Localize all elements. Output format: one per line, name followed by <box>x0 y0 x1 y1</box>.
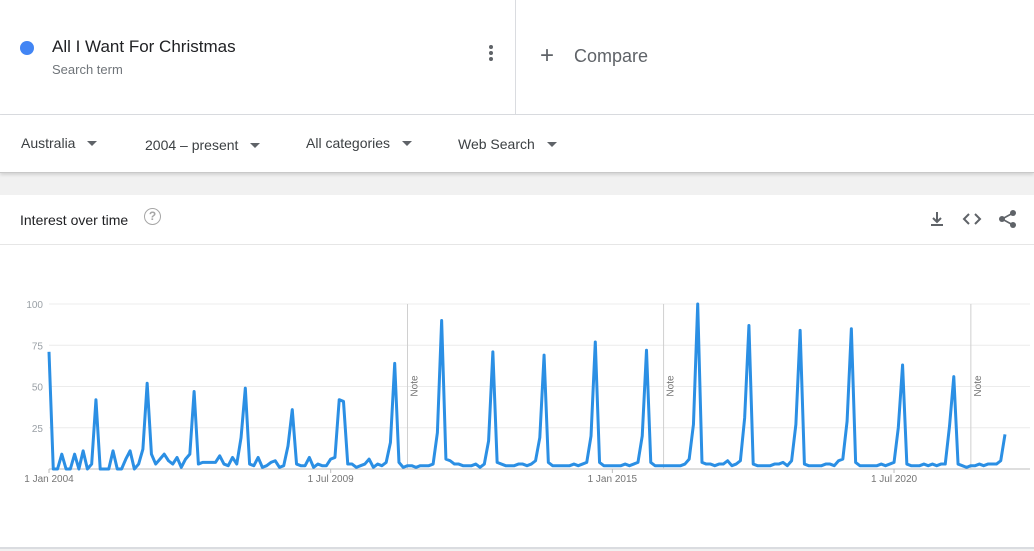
y-tick-label: 50 <box>32 383 44 394</box>
interest-line-chart: Note Note Note 100 75 50 25 1 Jan 2004 1 Jul 2… <box>24 300 1030 485</box>
x-tick-label: 1 Jul 2020 <box>871 474 918 485</box>
x-tick-label: 1 Jul 2009 <box>308 474 355 485</box>
x-tick-label: 1 Jan 2015 <box>588 474 638 485</box>
note-label[interactable]: Note <box>666 375 677 397</box>
card-bottom-border <box>0 547 1034 549</box>
y-axis-ticks: 100 75 50 25 <box>26 300 43 435</box>
y-tick-label: 75 <box>32 341 44 352</box>
note-label[interactable]: Note <box>973 375 984 397</box>
note-label[interactable]: Note <box>410 375 421 397</box>
y-tick-label: 25 <box>32 424 44 435</box>
x-axis-ticks: 1 Jan 2004 1 Jul 2009 1 Jan 2015 1 Jul 2020 <box>24 469 918 485</box>
y-tick-label: 100 <box>26 300 43 311</box>
x-tick-label: 1 Jan 2004 <box>24 474 74 485</box>
